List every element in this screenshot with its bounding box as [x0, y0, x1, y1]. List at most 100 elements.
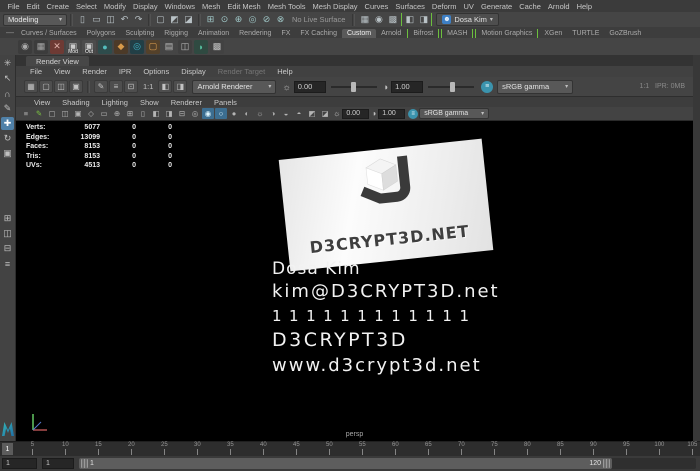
safe-action-icon[interactable]: ◎ [189, 108, 201, 119]
exposure-icon[interactable]: ☼ [281, 82, 291, 92]
business-card-object[interactable]: D3CRYPT3D.NET [279, 139, 494, 272]
menubar-item[interactable]: Curves [361, 2, 392, 11]
layout-single-pane-button[interactable]: ⊞ [1, 212, 14, 225]
camera-shelf-icon[interactable]: ◫ [178, 40, 192, 54]
menubar-item[interactable]: Mesh [199, 2, 224, 11]
time-slider[interactable]: 1 5 10 15 20 25 30 35 [0, 441, 700, 456]
menubar-item[interactable]: UV [460, 2, 477, 11]
shaded-icon[interactable]: ● [228, 108, 240, 119]
teal-drop-shelf-icon[interactable]: ◗ [194, 40, 208, 54]
range-start-handle[interactable] [81, 459, 88, 468]
wireframe-icon[interactable]: ○ [215, 108, 227, 119]
shelf-tab[interactable]: Sculpting [120, 29, 159, 38]
make-live-icon[interactable]: ⊗ [274, 13, 287, 26]
rotate-tool[interactable]: ↻ [1, 132, 14, 145]
layout-persp-outliner-button[interactable]: ⊟ [1, 242, 14, 255]
scene-text-line[interactable]: 111111111111 [272, 304, 500, 328]
exposure-icon[interactable]: ☼ [332, 109, 341, 118]
menubar-item[interactable]: Edit [23, 2, 43, 11]
menubar-item[interactable]: Cache [516, 2, 545, 11]
render-view-menu-item[interactable]: File [24, 67, 48, 76]
ao-icon[interactable]: ◒ [280, 108, 292, 119]
aqua-circle-shelf-icon[interactable]: ◎ [130, 40, 144, 54]
gamma-slider-handle[interactable] [450, 82, 455, 92]
safe-title-icon[interactable]: ◉ [202, 108, 214, 119]
gate-mask-icon[interactable]: ◨ [163, 108, 175, 119]
isolate-select-icon[interactable]: ◪ [319, 108, 331, 119]
lighting-icon[interactable]: ☼ [254, 108, 266, 119]
viewport-colorspace-dropdown[interactable]: sRGB gamma ▾ [419, 108, 489, 119]
color-management-icon[interactable]: ≡ [481, 81, 493, 93]
film-gate-icon[interactable]: ▯ [137, 108, 149, 119]
gamma-icon[interactable]: ◑ [382, 82, 389, 92]
viewport-menu-item[interactable]: Shading [56, 98, 96, 107]
out-shelf-icon[interactable]: ▣ Out [82, 40, 96, 54]
render-view-titlebar[interactable]: Render View [16, 55, 693, 66]
toolbar-separator[interactable] [198, 14, 201, 26]
shelf-tab[interactable]: XGen [539, 29, 567, 38]
teal-sphere-shelf-icon[interactable]: ● [98, 40, 112, 54]
gamma-field[interactable]: 1.00 [391, 81, 423, 93]
menubar-item[interactable]: Select [73, 2, 101, 11]
camera-lock-icon[interactable]: ◫ [59, 108, 71, 119]
highlighted-plugin-icon-2[interactable]: ◨ [417, 13, 430, 26]
viewport-canvas[interactable]: Verts: 5077 0 0 Edges: 13099 0 0 Faces: … [16, 121, 693, 441]
menubar-item[interactable]: File [4, 2, 23, 11]
highlighted-plugin-icon-1[interactable]: ◧ [403, 13, 416, 26]
shelf-settings-gear-icon[interactable]: ✳ [1, 57, 14, 70]
render-view-menu-item[interactable]: Help [271, 67, 298, 76]
render-view-menu-item[interactable]: View [48, 67, 76, 76]
resolution-gate-icon[interactable]: ◧ [150, 108, 162, 119]
menubar-item[interactable]: Deform [428, 2, 460, 11]
scene-text-line[interactable]: D3CRYPT3D [272, 328, 500, 352]
menubar-item[interactable]: Windows [161, 2, 198, 11]
toolbar-separator[interactable] [148, 14, 151, 26]
keep-image-icon[interactable]: ◧ [158, 80, 172, 93]
shelf-tab[interactable]: Curves / Surfaces [16, 29, 82, 38]
viewport-menu-item[interactable]: Renderer [165, 98, 208, 107]
menubar-item[interactable]: Arnold [544, 2, 573, 11]
shelf-tab[interactable]: FX [276, 29, 295, 38]
motion-blur-icon[interactable]: ◓ [293, 108, 305, 119]
shelf-collapse-icon[interactable]: — [4, 28, 16, 37]
range-end-handle[interactable] [603, 459, 610, 468]
panel-menu-icon[interactable]: ≡ [20, 108, 32, 119]
render-view-title-tab[interactable]: Render View [26, 56, 89, 66]
menubar-item[interactable]: Display [130, 2, 162, 11]
shelf-tab[interactable]: Rigging [159, 29, 193, 38]
select-object-icon[interactable]: ◩ [168, 13, 181, 26]
move-tool[interactable]: ✚ [1, 117, 14, 130]
menubar-item[interactable]: Surfaces [392, 2, 429, 11]
red-tool-shelf-icon[interactable]: ✕ [50, 40, 64, 54]
shelf-tab[interactable]: Motion Graphics [475, 29, 538, 38]
viewport-exposure-field[interactable]: 0.00 [342, 109, 369, 119]
playback-range-bar[interactable]: 1 120 [79, 458, 612, 469]
toolbar-separator[interactable] [70, 14, 73, 26]
render-view-menu-item[interactable]: Render [76, 67, 113, 76]
gray-mesh-shelf-icon[interactable]: ▤ [162, 40, 176, 54]
image-plane-icon[interactable]: ▭ [98, 108, 110, 119]
zoom-ratio-button[interactable]: 1:1 [140, 82, 156, 91]
snap-to-point-icon[interactable]: ⊕ [232, 13, 245, 26]
shelf-tab[interactable]: Animation [193, 29, 234, 38]
viewport-menu-item[interactable]: Panels [208, 98, 243, 107]
shelf-tab[interactable]: Custom [342, 29, 376, 38]
shelf-tab[interactable]: FX Caching [295, 29, 342, 38]
exposure-slider[interactable] [331, 86, 377, 88]
toolbar-separator[interactable] [352, 14, 355, 26]
redo-previous-render-icon[interactable]: ▦ [24, 80, 38, 93]
render-view-menu-item[interactable]: IPR [113, 67, 138, 76]
xray-icon[interactable]: ◩ [306, 108, 318, 119]
checker-shelf-icon[interactable]: ▩ [210, 40, 224, 54]
redo-icon[interactable]: ↷ [132, 13, 145, 26]
grease-pencil-icon[interactable]: ✎ [33, 108, 45, 119]
snapshot-icon[interactable]: ◫ [54, 80, 68, 93]
orange-node-shelf-icon[interactable]: ◆ [114, 40, 128, 54]
poly-cube-shelf-icon[interactable]: ▦ [34, 40, 48, 54]
menubar-item[interactable]: Mesh Tools [264, 2, 309, 11]
bookmark-icon[interactable]: ◇ [85, 108, 97, 119]
shelf-tab[interactable]: MASH [441, 29, 473, 38]
ipr-render-icon[interactable]: ◉ [372, 13, 385, 26]
viewport-menu-item[interactable]: Show [134, 98, 165, 107]
color-management-icon[interactable]: ≡ [408, 109, 418, 119]
